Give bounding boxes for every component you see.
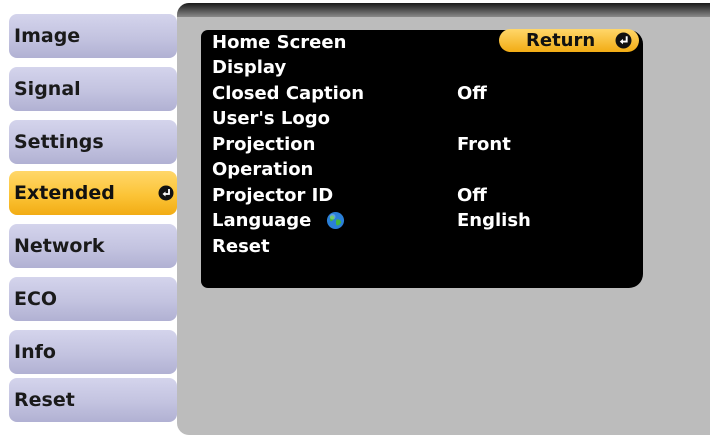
sidebar-item-label: Image [14,25,81,47]
sidebar-item-extended[interactable]: Extended [9,171,177,215]
enter-icon [615,32,632,49]
menu-item-label: Operation [212,159,314,180]
sidebar-item-signal[interactable]: Signal [9,67,177,111]
sidebar-item-label: Reset [14,389,75,411]
return-label: Return [526,30,596,51]
sidebar-item-settings[interactable]: Settings [9,120,177,164]
menu-item-language[interactable]: Language English [201,208,643,233]
menu-item-label: Display [212,57,287,78]
menu-item-users-logo[interactable]: User's Logo [201,106,643,131]
menu-item-label: Projector ID [212,185,334,206]
sidebar: Image Signal Settings Extended Network E… [0,0,185,435]
sidebar-item-label: Settings [14,131,104,153]
menu-item-value: Front [457,134,511,155]
sidebar-item-reset[interactable]: Reset [9,378,177,422]
sidebar-item-network[interactable]: Network [9,224,177,268]
menu-item-display[interactable]: Display [201,55,643,80]
menu-item-projection[interactable]: Projection Front [201,132,643,157]
sidebar-item-image[interactable]: Image [9,14,177,58]
menu-item-operation[interactable]: Operation [201,157,643,182]
sidebar-item-label: Extended [14,182,115,204]
menu-item-label: User's Logo [212,108,330,129]
sidebar-item-label: Network [14,235,105,257]
return-button[interactable]: Return [499,29,639,52]
menu-list: Home Screen Display Closed Caption Off U… [201,30,643,288]
menu-item-label: Reset [212,236,270,257]
enter-icon [158,185,174,201]
panel-header-band [177,3,710,17]
sidebar-item-label: ECO [14,288,58,310]
menu-item-label: Closed Caption [212,83,365,104]
menu-item-value: Off [457,83,487,104]
menu-item-value: Off [457,185,487,206]
sidebar-item-info[interactable]: Info [9,330,177,374]
sidebar-item-eco[interactable]: ECO [9,277,177,321]
menu-item-label: Home Screen [212,32,347,53]
menu-item-label: Language [212,210,312,231]
menu-item-label: Projection [212,134,316,155]
settings-panel: Home Screen Display Closed Caption Off U… [177,3,710,435]
sidebar-item-label: Signal [14,78,81,100]
globe-icon [326,211,345,230]
sidebar-item-label: Info [14,341,56,363]
menu-item-value: English [457,210,531,231]
menu-item-reset[interactable]: Reset [201,234,643,259]
menu-item-projector-id[interactable]: Projector ID Off [201,183,643,208]
menu-item-closed-caption[interactable]: Closed Caption Off [201,81,643,106]
